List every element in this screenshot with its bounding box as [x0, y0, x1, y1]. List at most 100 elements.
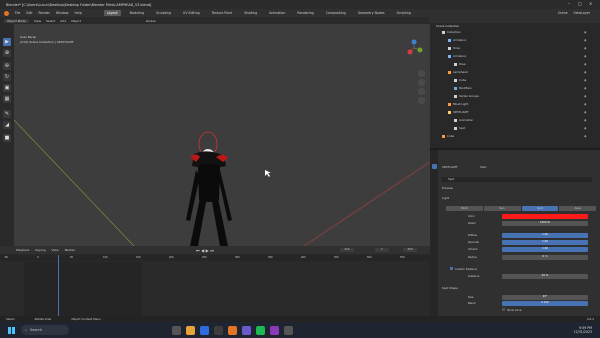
playhead[interactable] [58, 255, 59, 316]
visual-studio-icon[interactable] [269, 325, 279, 335]
visibility-eye-icon[interactable]: ◉ [584, 126, 586, 131]
minimize-icon[interactable]: – [568, 1, 570, 6]
visibility-eye-icon[interactable]: ◉ [584, 118, 586, 123]
task-view-icon[interactable] [171, 325, 181, 335]
visibility-eye-icon[interactable]: ◉ [584, 30, 586, 35]
scale-tool-icon[interactable]: ▣ [3, 84, 11, 92]
select-box-tool-icon[interactable]: ▶ [3, 38, 11, 46]
windows-start-icon[interactable] [8, 326, 15, 334]
custom-distance-checkbox[interactable]: Custom Distance [450, 267, 477, 271]
outliner-row[interactable]: Cube ◉ [430, 78, 600, 83]
outliner-row[interactable]: Vertex Groups ◉ [430, 94, 600, 99]
workspace-tab-sculpting[interactable]: Sculpting [153, 10, 174, 16]
viewport-menu-object[interactable]: Object [71, 19, 81, 23]
visibility-eye-icon[interactable]: ◉ [584, 54, 586, 59]
workspace-tab-texture-paint[interactable]: Texture Paint [209, 10, 236, 16]
close-icon[interactable]: × [589, 1, 592, 6]
maximize-icon[interactable]: □ [578, 1, 582, 6]
transform-tool-icon[interactable]: ▦ [3, 95, 11, 103]
light-datablock-field[interactable]: Spot [442, 177, 592, 182]
viewport-menu-view[interactable]: View [34, 19, 41, 23]
visibility-eye-icon[interactable]: ◉ [584, 62, 586, 67]
field-color[interactable] [502, 214, 588, 219]
start-frame-field[interactable]: 1 [375, 248, 389, 252]
visibility-eye-icon[interactable]: ◉ [584, 102, 586, 107]
viewport-menu-select[interactable]: Select [46, 19, 55, 23]
light-type-point[interactable]: Point [446, 206, 483, 211]
preview-section-header[interactable]: Preview [442, 186, 453, 190]
end-frame-field[interactable]: 250 [403, 248, 417, 252]
visibility-eye-icon[interactable]: ◉ [584, 70, 586, 75]
menu-file[interactable]: File [15, 11, 20, 15]
workspace-tab-layout[interactable]: Layout [103, 10, 121, 16]
outliner-scene-collection[interactable]: Scene Collection [430, 24, 600, 29]
light-type-area[interactable]: Area [559, 206, 596, 211]
outliner-row[interactable]: Cube ◉ [430, 134, 600, 139]
light-section-header[interactable]: Light [442, 196, 449, 200]
show-cone-checkbox[interactable]: Show Cone [502, 308, 521, 312]
add-cube-tool-icon[interactable]: ■ [3, 134, 11, 142]
field-volume[interactable]: 1.00 [502, 247, 588, 252]
timeline-menu-marker[interactable]: Marker [65, 248, 75, 252]
outliner-row[interactable]: Armature ◉ [430, 38, 600, 43]
workspace-tab-animation[interactable]: Animation [266, 10, 288, 16]
outliner-row[interactable]: Pose ◉ [430, 62, 600, 67]
blender-logo-icon[interactable] [4, 10, 9, 16]
outliner-row[interactable]: Modifiers ◉ [430, 86, 600, 91]
spot-size-field[interactable]: 45° [502, 295, 588, 300]
outliner-row[interactable]: Torso ◉ [430, 46, 600, 51]
workspace-tab-shading[interactable]: Shading [241, 10, 260, 16]
distance-field[interactable]: 40 m [502, 274, 588, 279]
discord-icon[interactable] [241, 325, 251, 335]
spot-shape-section-header[interactable]: Spot Shape [442, 286, 458, 290]
cursor-tool-icon[interactable]: ⊕ [3, 49, 11, 57]
timeline-menu-keying[interactable]: Keying [35, 248, 45, 252]
annotate-tool-icon[interactable]: ✎ [3, 110, 11, 118]
outliner-row[interactable]: Spot ◉ [430, 126, 600, 131]
menu-edit[interactable]: Edit [26, 11, 32, 15]
light-type-spot[interactable]: Spot [521, 206, 559, 211]
workspace-tab-compositing[interactable]: Compositing [323, 10, 349, 16]
field-radius[interactable]: 0 m [502, 255, 588, 260]
outliner-row[interactable]: Collection ◉ [430, 30, 600, 35]
outliner-row[interactable]: Mball Light ◉ [430, 102, 600, 107]
workspace-tab-uv-editing[interactable]: UV Editing [180, 10, 203, 16]
file-explorer-icon[interactable] [185, 325, 195, 335]
blender-icon[interactable] [227, 325, 237, 335]
visibility-eye-icon[interactable]: ◉ [584, 134, 586, 139]
visibility-eye-icon[interactable]: ◉ [584, 86, 586, 91]
camera-view-icon[interactable] [418, 88, 425, 95]
perspective-toggle-icon[interactable] [418, 97, 425, 104]
move-tool-icon[interactable]: ✣ [3, 62, 11, 70]
viewport-menu-add[interactable]: Add [60, 19, 66, 23]
spotify-icon[interactable] [255, 325, 265, 335]
workspace-tab-rendering[interactable]: Rendering [294, 10, 316, 16]
timeline-menu-view[interactable]: View [51, 248, 58, 252]
spot-blend-field[interactable]: 0.150 [502, 301, 588, 306]
scene-selector[interactable]: Scene [558, 11, 568, 15]
taskbar-clock[interactable]: 9:59 PM 12/31/2023 [574, 326, 592, 335]
rotate-tool-icon[interactable]: ↻ [3, 73, 11, 81]
zoom-icon[interactable] [418, 70, 425, 77]
field-specular[interactable]: 1.00 [502, 240, 588, 245]
view-layer-selector[interactable]: ViewLayer [574, 11, 590, 15]
visibility-eye-icon[interactable]: ◉ [584, 94, 586, 99]
light-type-sun[interactable]: Sun [483, 206, 521, 211]
menu-window[interactable]: Window [56, 11, 69, 15]
taskbar-search[interactable]: ⌕ Search [21, 325, 69, 335]
field-diffuse[interactable]: 1.00 [502, 233, 588, 238]
app-icon[interactable] [283, 325, 293, 335]
current-frame-field[interactable]: 214 [340, 248, 354, 252]
light-data-tab-icon[interactable] [431, 164, 437, 169]
field-power[interactable]: 1000 W [502, 221, 588, 226]
outliner-row[interactable]: SPOTLIGHT ◉ [430, 110, 600, 115]
visibility-eye-icon[interactable]: ◉ [584, 38, 586, 43]
measure-tool-icon[interactable]: ◢ [3, 121, 11, 129]
outliner-row[interactable]: Armature ◉ [430, 54, 600, 59]
pan-hand-icon[interactable] [418, 79, 425, 86]
outliner-row[interactable]: Animation ◉ [430, 118, 600, 123]
visibility-eye-icon[interactable]: ◉ [584, 110, 586, 115]
menu-help[interactable]: Help [74, 11, 81, 15]
transform-orientation[interactable]: Global [146, 19, 156, 23]
visibility-eye-icon[interactable]: ◉ [584, 46, 586, 51]
